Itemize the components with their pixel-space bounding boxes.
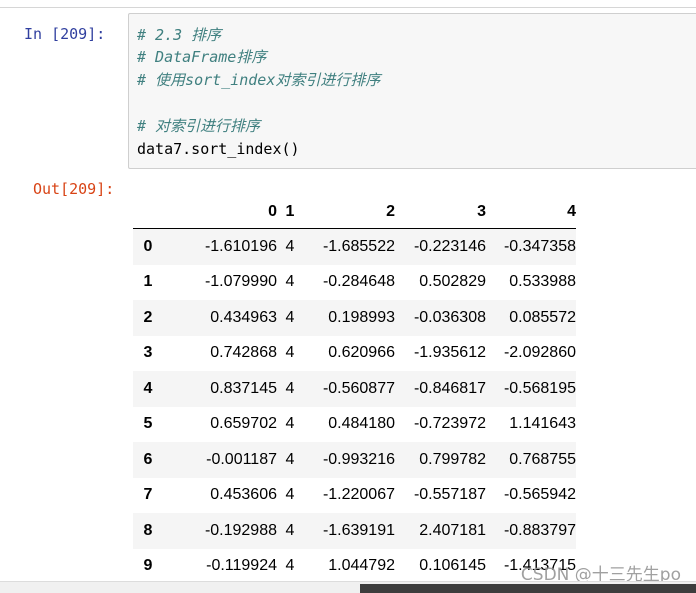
table-cell: -0.223146 [413,237,486,255]
column-header: 4 [486,195,576,229]
code-input-area[interactable]: # 2.3 排序 # DataFrame排序 # 使用sort_index对索引… [128,13,696,169]
row-index: 0 [143,237,153,255]
table-cell: -0.846817 [413,379,486,397]
table-cell: -0.001187 [206,450,277,468]
table-cell: -0.565942 [503,486,576,504]
table-cell: 0.799782 [419,450,486,468]
table-row: 3 0.742868 4 0.620966 -1.935612 -2.092860 [133,336,576,372]
table-row: 5 0.659702 4 0.484180 -0.723972 1.141643 [133,407,576,443]
table-cell: -1.685522 [322,237,395,255]
table-row: 6 -0.001187 4 -0.993216 0.799782 0.768755 [133,442,576,478]
table-cell: 0.768755 [509,450,576,468]
row-index: 8 [143,521,153,539]
table-cell: -1.220067 [322,486,395,504]
column-header: 2 [301,195,395,229]
table-row: 9 -0.119924 4 1.044792 0.106145 -1.413715 [133,549,576,585]
table-cell: 2.407181 [419,521,486,539]
column-header: 1 [279,195,301,229]
table-cell: -0.557187 [413,486,486,504]
table-row: 7 0.453606 4 -1.220067 -0.557187 -0.565942 [133,478,576,514]
row-index: 5 [143,415,153,433]
table-cell: 0.620966 [328,344,395,362]
table-cell: 4 [285,486,295,504]
table-cell: -1.610196 [204,237,277,255]
table-cell: -2.092860 [503,344,576,362]
table-cell: -0.192988 [204,521,277,539]
table-cell: 4 [285,557,295,575]
table-header-row: 0 1 2 3 4 [133,195,576,229]
table-cell: 0.106145 [419,557,486,575]
table-cell: 0.502829 [419,273,486,291]
table-row: 8 -0.192988 4 -1.639191 2.407181 -0.883797 [133,513,576,549]
table-cell: 0.198993 [328,308,395,326]
row-index: 2 [143,308,153,326]
table-cell: 4 [285,450,295,468]
code-line: # 对索引进行排序 [137,117,261,135]
table-row: 1 -1.079990 4 -0.284648 0.502829 0.533988 [133,265,576,301]
table-cell: 0.484180 [328,415,395,433]
row-index: 4 [143,379,153,397]
table-cell: 0.533988 [509,273,576,291]
top-rule [0,0,696,8]
table-cell: 0.453606 [210,486,277,504]
code-line: # 2.3 排序 [137,26,222,44]
table-cell: 1.044792 [328,557,395,575]
column-header: 3 [395,195,486,229]
column-header: 0 [163,195,279,229]
table-cell: -1.079990 [204,273,277,291]
row-index: 3 [143,344,153,362]
row-index: 7 [143,486,153,504]
code-line: # 使用sort_index对索引进行排序 [137,71,381,89]
table-cell: -0.560877 [322,379,395,397]
input-prompt: In [209]: [24,25,106,43]
code-line: # DataFrame排序 [137,48,267,66]
table-row: 0 -1.610196 4 -1.685522 -0.223146 -0.347358 [133,228,576,265]
table-cell: -0.883797 [503,521,576,539]
table-cell: -0.284648 [322,273,395,291]
table-cell: -1.639191 [322,521,395,539]
table-cell: 1.141643 [509,415,576,433]
table-cell: -0.347358 [503,237,576,255]
table-cell: -0.723972 [413,415,486,433]
table-cell: 4 [285,521,295,539]
table-cell: -0.568195 [503,379,576,397]
table-cell: 4 [285,344,295,362]
column-header [133,195,163,229]
horizontal-scrollbar[interactable] [0,581,696,593]
table-cell: 4 [285,273,295,291]
output-prompt: Out[209]: [33,180,115,198]
row-index: 1 [143,273,153,291]
code-line: data7.sort_index() [137,140,300,158]
table-cell: 4 [285,415,295,433]
table-row: 4 0.837145 4 -0.560877 -0.846817 -0.568195 [133,371,576,407]
table-cell: 0.742868 [210,344,277,362]
table-cell: 0.837145 [210,379,277,397]
table-row: 2 0.434963 4 0.198993 -0.036308 0.085572 [133,300,576,336]
table-cell: -1.935612 [413,344,486,362]
table-cell: 0.659702 [210,415,277,433]
row-index: 9 [143,557,153,575]
table-cell: 0.434963 [210,308,277,326]
row-index: 6 [143,450,153,468]
table-cell: 0.085572 [509,308,576,326]
table-cell: -0.119924 [206,557,277,575]
table-cell: 4 [285,379,295,397]
table-cell: -0.993216 [322,450,395,468]
dataframe-output-table: 0 1 2 3 4 0 -1.610196 4 -1.685522 -0.223146-… [133,195,576,584]
table-cell: 4 [285,308,295,326]
table-cell: 4 [285,237,295,255]
table-cell: -0.036308 [413,308,486,326]
